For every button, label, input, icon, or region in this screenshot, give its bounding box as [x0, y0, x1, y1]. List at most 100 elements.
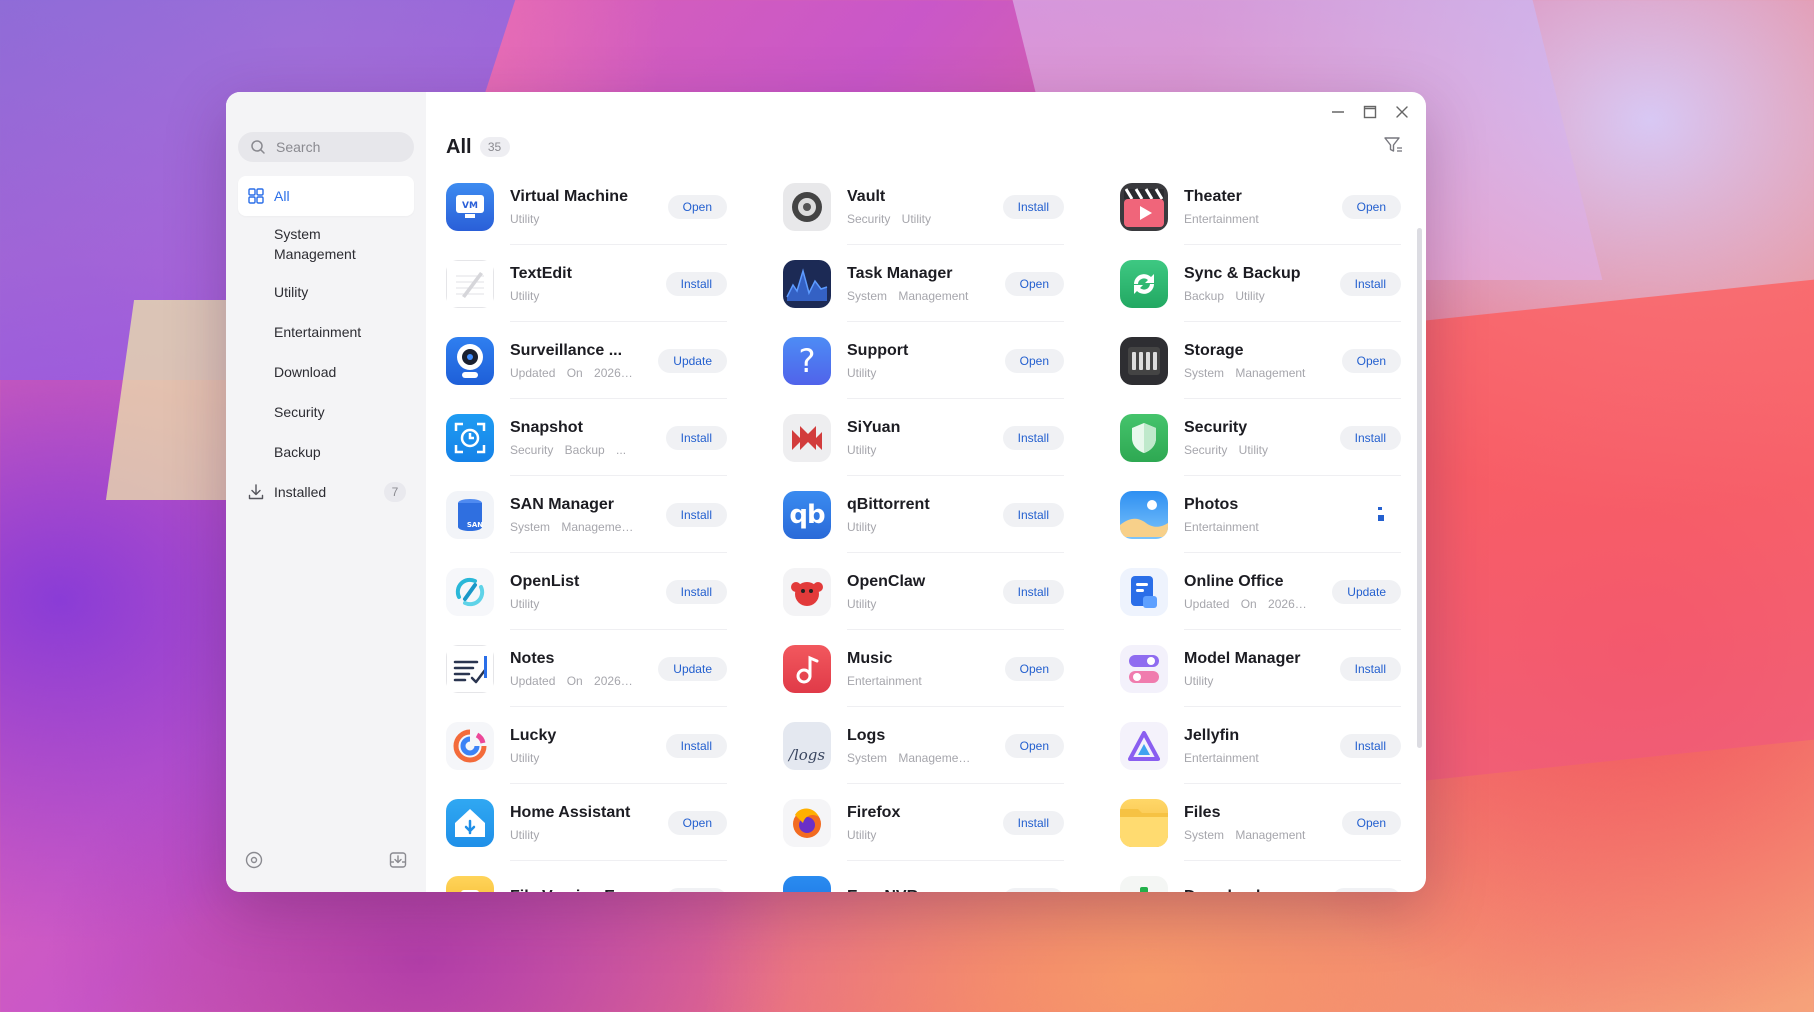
install-button[interactable]: Install: [1002, 810, 1064, 835]
install-button[interactable]: Install: [1339, 271, 1401, 296]
app-item[interactable]: Surveillance ... Updated On 2026-0... Upda…: [446, 322, 727, 399]
open-button[interactable]: Open: [1004, 733, 1064, 758]
sidebar-item-system-management[interactable]: System Management: [238, 216, 414, 272]
app-item[interactable]: OpenList Utility Install: [446, 553, 727, 630]
app-item[interactable]: Snapshot Security Backup ... Install: [446, 399, 727, 476]
sidebar-item-entertainment[interactable]: Entertainment: [238, 312, 414, 352]
app-item[interactable]: Theater Entertainment Open: [1120, 168, 1401, 245]
app-item[interactable]: VM Virtual Machine Utility Open: [446, 168, 727, 245]
open-button[interactable]: Open: [667, 194, 727, 219]
sidebar-item-download[interactable]: Download: [238, 352, 414, 392]
app-item[interactable]: NVR EasyNVR Install: [783, 861, 1064, 892]
install-button[interactable]: Install: [1002, 425, 1064, 450]
app-name: SAN Manager: [510, 495, 615, 513]
app-text: Logs System Management...: [847, 727, 1005, 765]
app-item[interactable]: Storage System Management Open: [1120, 322, 1401, 399]
filter-icon[interactable]: [1382, 134, 1404, 156]
open-button[interactable]: Open: [1004, 348, 1064, 373]
sidebar-item-all[interactable]: All: [238, 176, 414, 216]
app-name: Lucky: [510, 726, 557, 744]
app-item[interactable]: Notes Updated On 2026-0... Update: [446, 630, 727, 707]
search-input[interactable]: [276, 139, 406, 155]
install-button[interactable]: Install: [665, 733, 727, 758]
app-item[interactable]: TextEdit Utility Install: [446, 245, 727, 322]
sidebar-item-security[interactable]: Security: [238, 392, 414, 432]
install-button[interactable]: Install: [1002, 579, 1064, 604]
scrollbar[interactable]: [1417, 228, 1422, 748]
open-button[interactable]: Open: [1341, 194, 1401, 219]
qbittorrent-icon: qb: [783, 490, 831, 539]
install-button[interactable]: Install: [665, 271, 727, 296]
app-item[interactable]: Model Manager Utility Install: [1120, 630, 1401, 707]
open-button[interactable]: Open: [1341, 348, 1401, 373]
install-button[interactable]: Install: [1002, 887, 1064, 892]
install-button[interactable]: Install: [1339, 656, 1401, 681]
install-button[interactable]: Install: [1002, 194, 1064, 219]
app-count-badge: 35: [479, 137, 510, 157]
close-icon[interactable]: [1392, 102, 1412, 122]
open-button[interactable]: Open: [1004, 271, 1064, 296]
files-folder-icon: [1120, 798, 1168, 847]
app-item[interactable]: /logs Logs System Management... Open: [783, 707, 1064, 784]
app-item[interactable]: Home Assistant Utility Open: [446, 784, 727, 861]
minimize-icon[interactable]: [1328, 102, 1348, 122]
update-button[interactable]: Update: [1332, 579, 1401, 604]
open-button[interactable]: Open: [1004, 656, 1064, 681]
sidebar: All System Management Utility Entertainm…: [226, 92, 426, 892]
install-button[interactable]: Install: [1002, 502, 1064, 527]
app-tags: Backup Utility: [1184, 288, 1265, 303]
install-button[interactable]: Install: [665, 502, 727, 527]
app-item[interactable]: Task Manager System Management Open: [783, 245, 1064, 322]
update-button[interactable]: Update: [658, 656, 727, 681]
app-name: Task Manager: [847, 264, 953, 282]
app-name: Notes: [510, 649, 555, 667]
app-center-window: All System Management Utility Entertainm…: [226, 92, 1426, 892]
install-button[interactable]: Install: [1339, 733, 1401, 758]
app-item[interactable]: Lucky Utility Install: [446, 707, 727, 784]
app-item[interactable]: ? Support Utility Open: [783, 322, 1064, 399]
app-item[interactable]: Music Entertainment Open: [783, 630, 1064, 707]
openlist-icon: [446, 567, 494, 616]
app-name: Virtual Machine: [510, 187, 628, 205]
app-item[interactable]: Jellyfin Entertainment Install: [1120, 707, 1401, 784]
search-box[interactable]: [238, 132, 414, 162]
sidebar-item-backup[interactable]: Backup: [238, 432, 414, 472]
app-item[interactable]: Online Office Updated On 2026-0... Update: [1120, 553, 1401, 630]
app-item[interactable]: Firefox Utility Install: [783, 784, 1064, 861]
sidebar-item-installed[interactable]: Installed 7: [238, 472, 414, 512]
gear-icon[interactable]: [244, 850, 264, 870]
app-item[interactable]: Photos Entertainment: [1120, 476, 1401, 553]
app-text: SiYuan Utility: [847, 419, 1003, 457]
open-button[interactable]: Open: [667, 810, 727, 835]
app-tags: Utility: [510, 596, 540, 611]
install-button[interactable]: Install: [665, 887, 727, 892]
open-button[interactable]: Open: [1341, 810, 1401, 835]
app-text: Security Security Utility: [1184, 419, 1340, 457]
firefox-icon: [783, 798, 831, 847]
app-item[interactable]: Sync & Backup Backup Utility Install: [1120, 245, 1401, 322]
sidebar-item-utility[interactable]: Utility: [238, 272, 414, 312]
app-tags: Updated On 2026-0...: [510, 365, 634, 380]
app-item[interactable]: Downloads Update: [1120, 861, 1401, 892]
update-button[interactable]: Update: [658, 348, 727, 373]
app-item[interactable]: OpenClaw Utility Install: [783, 553, 1064, 630]
app-item[interactable]: qb qBittorrent Utility Install: [783, 476, 1064, 553]
app-text: Lucky Utility: [510, 727, 666, 765]
install-button[interactable]: Install: [665, 425, 727, 450]
app-text: Sync & Backup Backup Utility: [1184, 265, 1340, 303]
app-item[interactable]: Vault Security Utility Install: [783, 168, 1064, 245]
app-tags: Updated On 2026-0...: [510, 673, 634, 688]
install-button[interactable]: Install: [1339, 425, 1401, 450]
app-item[interactable]: SiYuan Utility Install: [783, 399, 1064, 476]
installed-count-badge: 7: [384, 482, 406, 502]
app-tags: System Management: [1184, 365, 1306, 380]
maximize-icon[interactable]: [1360, 102, 1380, 122]
update-button[interactable]: Update: [1332, 887, 1401, 892]
textedit-icon: [446, 259, 494, 308]
app-item[interactable]: Files System Management Open: [1120, 784, 1401, 861]
download-tray-icon[interactable]: [388, 850, 408, 870]
install-button[interactable]: Install: [665, 579, 727, 604]
app-item[interactable]: Security Security Utility Install: [1120, 399, 1401, 476]
app-item[interactable]: File Version Ex... Install: [446, 861, 727, 892]
app-item[interactable]: SAN SAN Manager System Managemen... Install: [446, 476, 727, 553]
